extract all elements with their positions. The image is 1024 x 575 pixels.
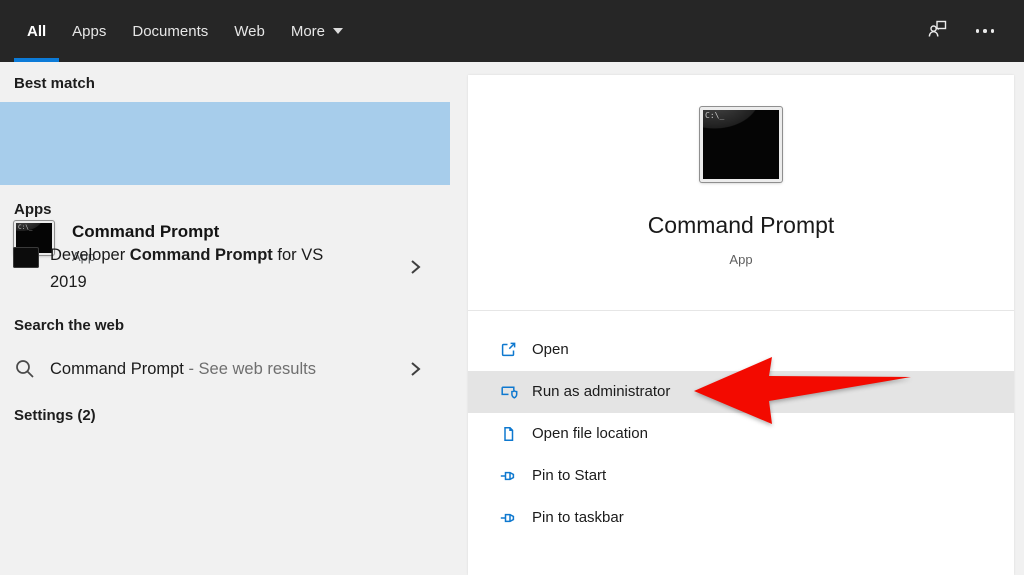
open-icon — [498, 340, 518, 360]
action-open[interactable]: Open — [468, 329, 1014, 371]
action-label: Open — [532, 341, 569, 358]
tab-apps-label: Apps — [72, 22, 107, 40]
ellipsis-icon[interactable] — [975, 29, 994, 33]
action-label: Pin to taskbar — [532, 509, 624, 526]
tab-all[interactable]: All — [14, 0, 60, 62]
action-pin-to-taskbar[interactable]: Pin to taskbar — [468, 497, 1014, 539]
filter-tabs: All Apps Documents Web More — [0, 0, 356, 62]
tab-web-label: Web — [234, 22, 265, 40]
command-prompt-icon — [13, 247, 39, 268]
active-tab-underline — [14, 58, 60, 62]
tab-more-label: More — [290, 22, 326, 40]
chevron-right-icon — [406, 258, 424, 276]
file-location-icon — [498, 424, 518, 444]
search-web-header: Search the web — [14, 317, 125, 334]
tab-web[interactable]: Web — [221, 0, 278, 62]
result-label: Developer Command Prompt for VS 2019 — [50, 246, 324, 291]
pin-icon — [498, 508, 518, 528]
chevron-down-icon — [333, 28, 344, 34]
app-title: Command Prompt — [647, 212, 835, 238]
tab-documents[interactable]: Documents — [119, 0, 221, 62]
apps-section-header: Apps — [14, 201, 52, 218]
action-label: Pin to Start — [532, 467, 607, 484]
search-filter-bar: All Apps Documents Web More — [0, 0, 1024, 62]
tab-more[interactable]: More — [278, 0, 356, 62]
tab-apps[interactable]: Apps — [59, 0, 119, 62]
search-icon — [13, 357, 37, 386]
action-open-file-location[interactable]: Open file location — [468, 413, 1014, 455]
chevron-right-icon — [406, 360, 424, 378]
run-as-admin-icon — [498, 382, 518, 402]
best-match-result-command-prompt[interactable]: C:\_ Command Prompt App — [0, 102, 450, 264]
web-result-label: Command Prompt - See web results — [50, 360, 316, 378]
settings-section-header: Settings (2) — [14, 407, 96, 424]
command-prompt-icon: C:\_ — [700, 107, 782, 182]
action-run-as-administrator[interactable]: Run as administrator — [468, 371, 1014, 413]
action-label: Run as administrator — [532, 383, 671, 400]
tab-documents-label: Documents — [132, 22, 209, 40]
result-developer-command-prompt[interactable]: Developer Command Prompt for VS 2019 — [0, 232, 450, 304]
tab-all-label: All — [27, 22, 47, 40]
divider — [468, 310, 1014, 311]
pin-icon — [498, 466, 518, 486]
action-label: Open file location — [532, 425, 648, 442]
app-subtitle: App — [729, 252, 753, 267]
action-pin-to-start[interactable]: Pin to Start — [468, 455, 1014, 497]
preview-pane: C:\_ Command Prompt App Open Run as admi… — [468, 75, 1014, 575]
best-match-header: Best match — [14, 75, 95, 92]
feedback-icon[interactable] — [926, 17, 950, 46]
result-web-search[interactable]: Command Prompt - See web results — [0, 348, 450, 392]
